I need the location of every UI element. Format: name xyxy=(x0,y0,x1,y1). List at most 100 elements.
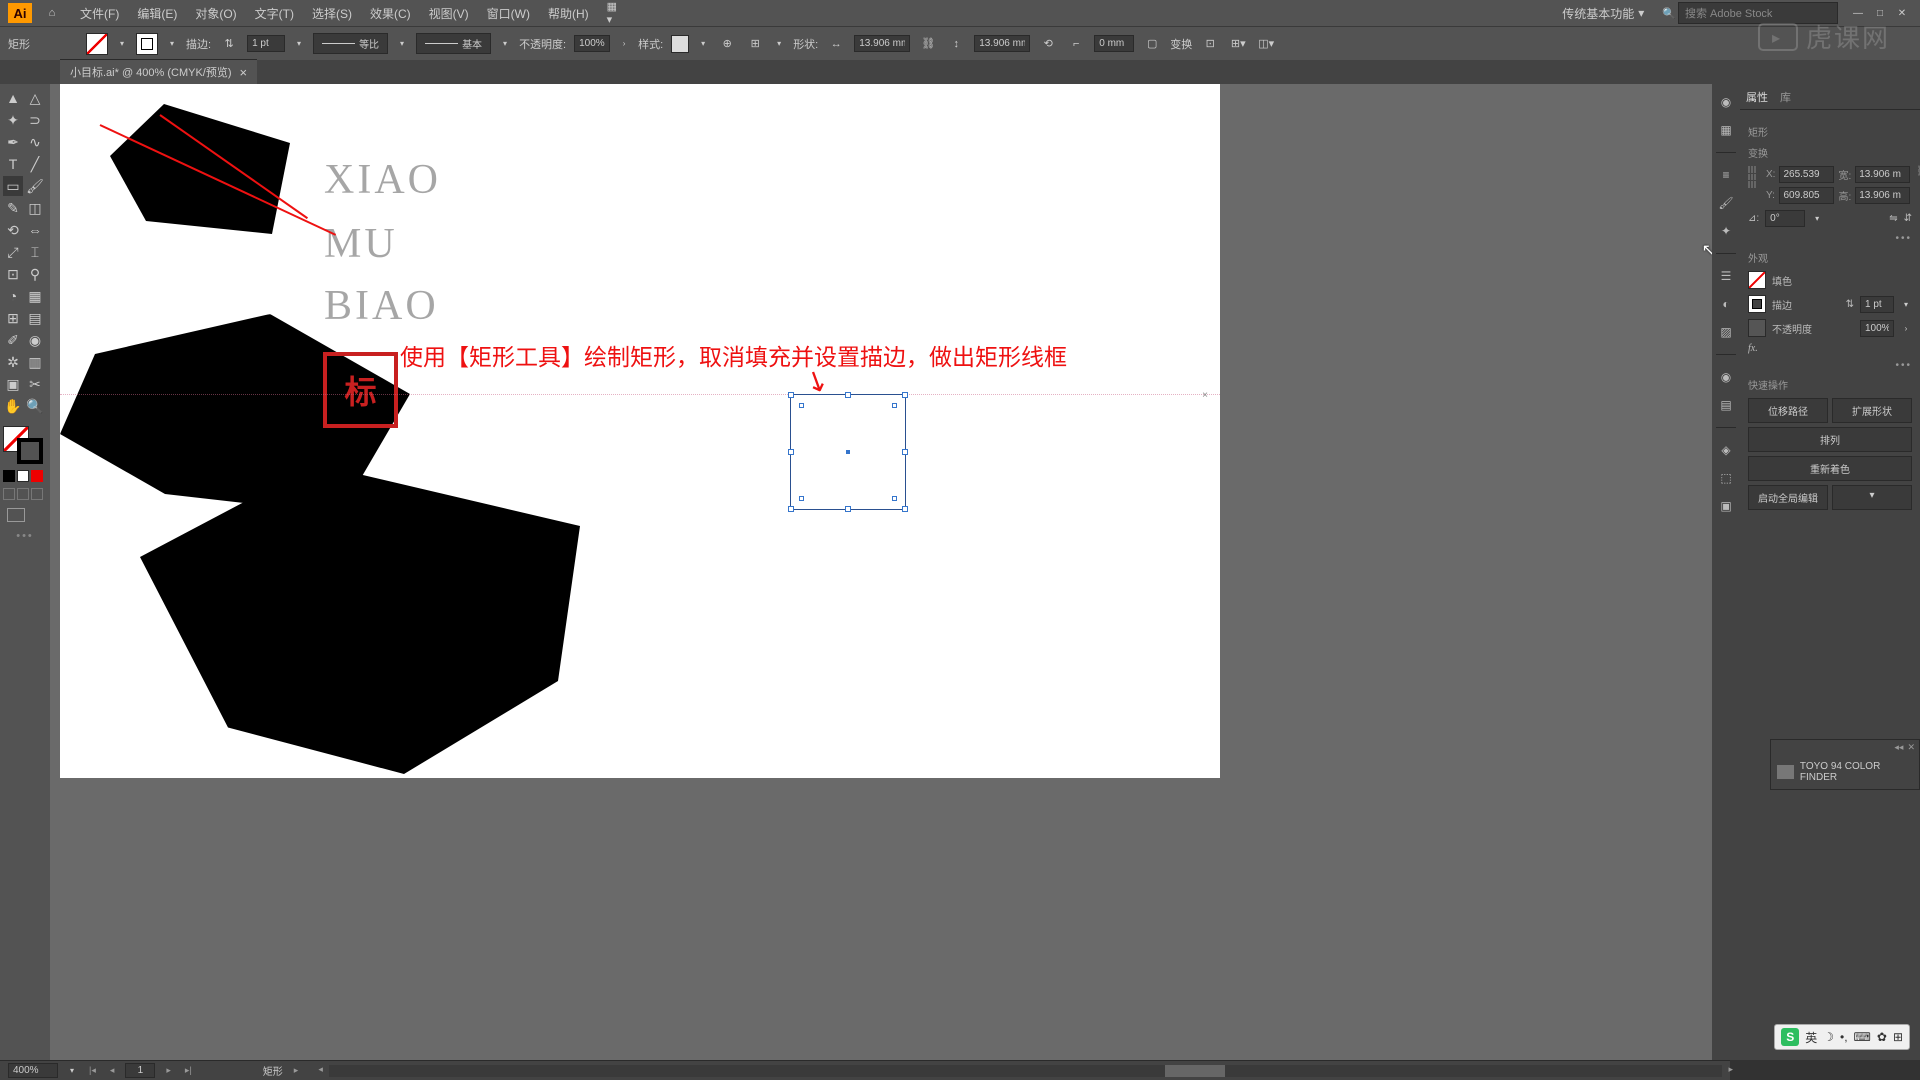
expand-shape-button[interactable]: 扩展形状 xyxy=(1832,398,1912,423)
eraser-tool[interactable]: ◫ xyxy=(25,198,45,218)
height-input[interactable] xyxy=(1855,187,1910,204)
width-tool[interactable]: ⌶ xyxy=(25,242,45,262)
stroke-panel-icon[interactable]: ≡ xyxy=(1716,165,1736,185)
ime-period-icon[interactable]: •, xyxy=(1840,1030,1848,1044)
screen-mode-switch[interactable] xyxy=(7,508,25,522)
reference-point[interactable] xyxy=(1748,166,1756,188)
tab-libraries[interactable]: 库 xyxy=(1780,89,1791,105)
symbol-sprayer-tool[interactable]: ✲ xyxy=(3,352,23,372)
chevron-down-icon[interactable]: ▾ xyxy=(396,39,408,48)
selection-handle[interactable] xyxy=(902,449,908,455)
corner-widget[interactable] xyxy=(799,496,804,501)
chevron-down-icon[interactable]: ▾ xyxy=(293,39,305,48)
status-menu-icon[interactable]: ▸ xyxy=(291,1065,302,1076)
flip-v-icon[interactable]: ⇵ xyxy=(1904,213,1912,224)
direct-selection-tool[interactable]: △ xyxy=(25,88,45,108)
chevron-down-icon[interactable]: ▾ xyxy=(499,39,511,48)
chevron-right-icon[interactable]: › xyxy=(1900,324,1912,333)
color-mode-solid[interactable] xyxy=(3,470,15,482)
line-tool[interactable]: ╱ xyxy=(25,154,45,174)
first-artboard-icon[interactable]: |◂ xyxy=(86,1065,99,1076)
scroll-left-icon[interactable]: ◂ xyxy=(315,1064,326,1075)
opacity-input[interactable] xyxy=(1860,320,1894,337)
ime-bar[interactable]: S 英 ☽ •, ⌨ ✿ ⊞ xyxy=(1774,1024,1910,1050)
search-stock-input[interactable]: 搜索 Adobe Stock xyxy=(1678,2,1838,24)
menu-file[interactable]: 文件(F) xyxy=(72,1,127,26)
globe-icon[interactable]: ⊕ xyxy=(717,34,737,54)
align-icon[interactable]: ⊞ xyxy=(745,34,765,54)
more-appearance-icon[interactable]: ••• xyxy=(1748,360,1912,371)
angle-input[interactable] xyxy=(1765,210,1805,227)
selection-handle[interactable] xyxy=(788,449,794,455)
chevron-down-icon[interactable]: ▾ xyxy=(1900,300,1912,309)
magic-wand-tool[interactable]: ✦ xyxy=(3,110,23,130)
selection-handle[interactable] xyxy=(788,506,794,512)
opacity-swatch[interactable] xyxy=(1748,319,1766,337)
chevron-down-icon[interactable]: ▾ xyxy=(697,39,709,48)
appearance-panel-icon[interactable]: ◉ xyxy=(1716,367,1736,387)
fx-icon[interactable]: fx. xyxy=(1748,343,1758,354)
corner-input[interactable] xyxy=(1094,35,1134,52)
offset-path-button[interactable]: 位移路径 xyxy=(1748,398,1828,423)
chevron-down-icon[interactable]: ▾ xyxy=(773,39,785,48)
gradient-panel-icon[interactable]: ◐ xyxy=(1716,294,1736,314)
reflect-tool[interactable]: ⇔ xyxy=(25,220,45,240)
shape-width-input[interactable] xyxy=(854,35,910,52)
toolbox-more[interactable]: ••• xyxy=(3,530,47,542)
transparency-panel-icon[interactable]: ▨ xyxy=(1716,322,1736,342)
swatches-panel-icon[interactable]: ▦ xyxy=(1716,120,1736,140)
ime-cog-icon[interactable]: ✿ xyxy=(1877,1030,1887,1044)
width-profile-select[interactable]: 等比 xyxy=(313,33,388,54)
menu-panel-icon[interactable]: ☰ xyxy=(1716,266,1736,286)
draw-mode[interactable] xyxy=(31,488,43,500)
zoom-input[interactable] xyxy=(8,1063,58,1078)
hand-tool[interactable]: ✋ xyxy=(3,396,23,416)
chevron-down-icon[interactable]: ▾ xyxy=(66,1066,78,1075)
prev-artboard-icon[interactable]: ◂ xyxy=(107,1065,118,1076)
perspective-tool[interactable]: ▦ xyxy=(25,286,45,306)
shaper-tool[interactable]: ✎ xyxy=(3,198,23,218)
next-artboard-icon[interactable]: ▸ xyxy=(163,1065,174,1076)
style-swatch[interactable] xyxy=(671,35,689,53)
y-input[interactable] xyxy=(1779,187,1834,204)
transform-label[interactable]: 变换 xyxy=(1170,36,1192,52)
stroke-indicator[interactable] xyxy=(17,438,43,464)
shape-mode-icon[interactable]: ◫▾ xyxy=(1256,34,1276,54)
type-tool[interactable]: T xyxy=(3,154,23,174)
close-icon[interactable]: ✕ xyxy=(1892,6,1912,20)
menu-object[interactable]: 对象(O) xyxy=(187,1,244,26)
paintbrush-tool[interactable]: 🖌 xyxy=(25,176,45,196)
close-tab-icon[interactable]: × xyxy=(240,65,248,80)
stroke-weight-input[interactable] xyxy=(247,35,285,52)
rectangle-tool[interactable]: ▭ xyxy=(3,176,23,196)
maximize-icon[interactable]: □ xyxy=(1870,6,1890,20)
stroke-swatch[interactable] xyxy=(136,33,158,55)
stepper-icon[interactable]: ⇅ xyxy=(1846,299,1854,310)
chevron-down-icon[interactable]: ▾ xyxy=(166,39,178,48)
slice-tool[interactable]: ✂ xyxy=(25,374,45,394)
screen-mode-full[interactable] xyxy=(17,488,29,500)
fill-swatch[interactable] xyxy=(86,33,108,55)
corner-widget[interactable] xyxy=(892,403,897,408)
asset-export-icon[interactable]: ⬚ xyxy=(1716,468,1736,488)
arrange-button[interactable]: 排列 xyxy=(1748,427,1912,452)
flip-h-icon[interactable]: ⇋ xyxy=(1889,213,1897,224)
curvature-tool[interactable]: ∿ xyxy=(25,132,45,152)
link-icon[interactable]: ⛓ xyxy=(918,34,938,54)
shape-height-input[interactable] xyxy=(974,35,1030,52)
selection-handle[interactable] xyxy=(902,506,908,512)
x-input[interactable] xyxy=(1779,166,1834,183)
eyedropper-tool[interactable]: ✐ xyxy=(3,330,23,350)
isolate-icon[interactable]: ⊡ xyxy=(1200,34,1220,54)
scroll-right-icon[interactable]: ▸ xyxy=(1725,1064,1736,1075)
more-transform-icon[interactable]: ••• xyxy=(1748,233,1912,244)
angle-icon[interactable]: ⟲ xyxy=(1038,34,1058,54)
align-pixel-icon[interactable]: ⊞▾ xyxy=(1228,34,1248,54)
brushes-panel-icon[interactable]: 🖌 xyxy=(1716,193,1736,213)
color-finder-panel[interactable]: ◂◂ ✕ TOYO 94 COLOR FINDER xyxy=(1770,739,1920,790)
ime-keyboard-icon[interactable]: ⌨ xyxy=(1854,1030,1871,1044)
stroke-weight-input[interactable] xyxy=(1860,296,1894,313)
layers-panel-icon[interactable]: ◈ xyxy=(1716,440,1736,460)
link-wh-icon[interactable]: ⛓ xyxy=(1916,166,1920,177)
artboard-number-input[interactable] xyxy=(125,1063,155,1078)
